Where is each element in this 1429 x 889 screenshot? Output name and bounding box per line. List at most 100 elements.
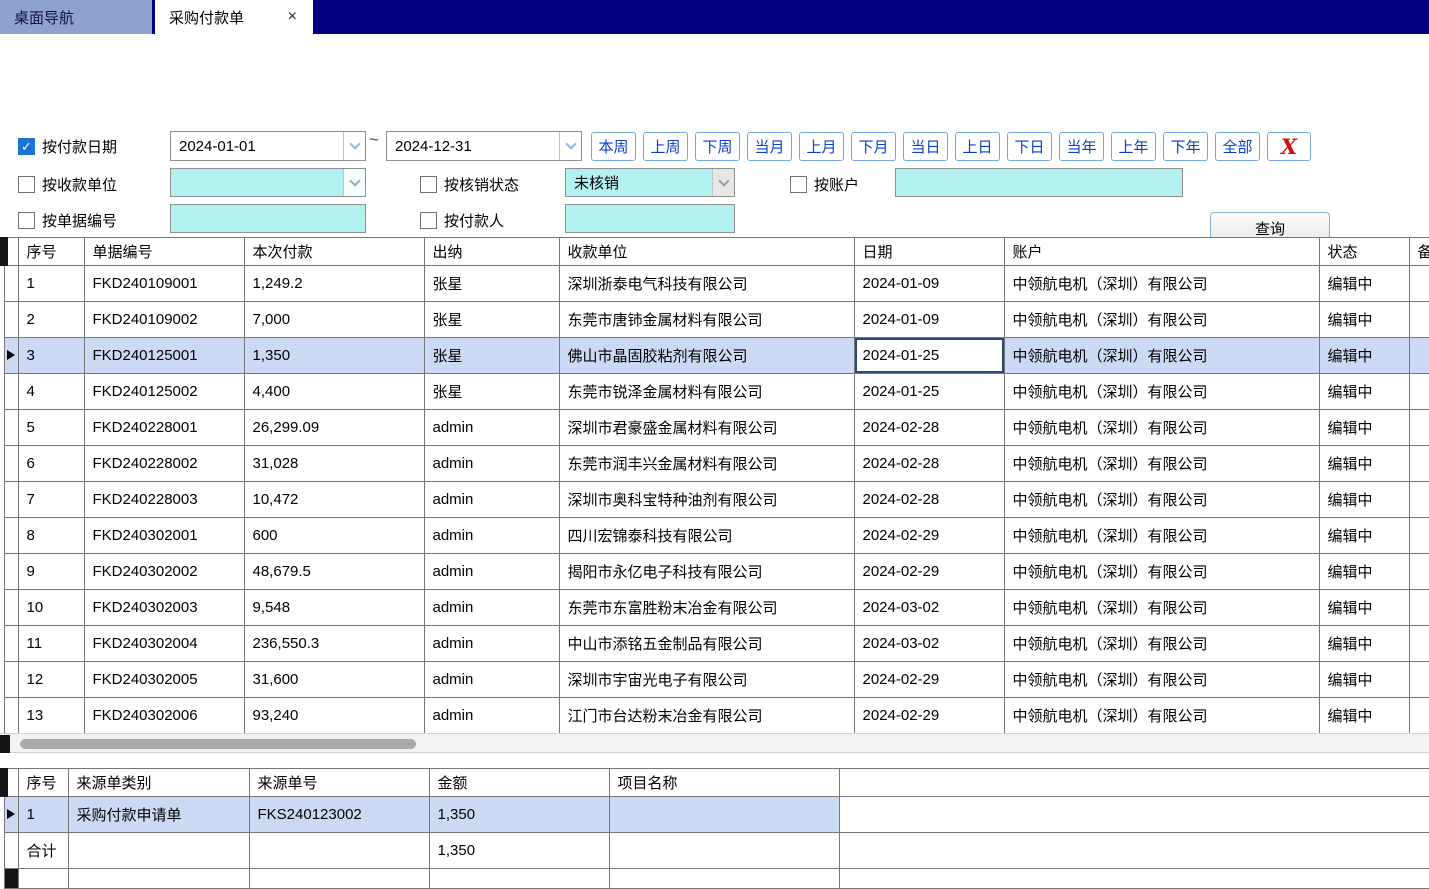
cell-doc-no[interactable]: FKD240125001	[84, 338, 244, 374]
cell-status[interactable]: 编辑中	[1319, 446, 1409, 482]
quick-date-button[interactable]: 全部	[1215, 132, 1260, 161]
cell-status[interactable]: 编辑中	[1319, 518, 1409, 554]
table-row[interactable]: 13FKD24030200693,240admin江门市台达粉末冶金有限公司20…	[4, 698, 1429, 734]
quick-date-button[interactable]: 当年	[1059, 132, 1104, 161]
quick-date-button[interactable]: 当月	[747, 132, 792, 161]
table-row[interactable]: 1FKD2401090011,249.2张星深圳浙泰电气科技有限公司2024-0…	[4, 266, 1429, 302]
cell-source-type[interactable]: 采购付款申请单	[68, 797, 249, 833]
cell-amount[interactable]: 10,472	[244, 482, 424, 518]
dropdown-arrow-button[interactable]	[343, 169, 365, 196]
cell-cashier[interactable]: admin	[424, 482, 559, 518]
cell-date[interactable]: 2024-01-09	[854, 302, 1004, 338]
cell-cashier[interactable]: admin	[424, 626, 559, 662]
cell-seq[interactable]: 10	[18, 590, 84, 626]
cell-date[interactable]: 2024-02-29	[854, 698, 1004, 734]
quick-date-button[interactable]: 下周	[695, 132, 740, 161]
cell-cashier[interactable]: admin	[424, 662, 559, 698]
table-row[interactable]: 7FKD24022800310,472admin深圳市奥科宝特种油剂有限公司20…	[4, 482, 1429, 518]
column-header-cashier[interactable]: 出纳	[424, 238, 559, 266]
cell-date[interactable]: 2024-02-28	[854, 446, 1004, 482]
cell-amount[interactable]: 236,550.3	[244, 626, 424, 662]
cell-status[interactable]: 编辑中	[1319, 590, 1409, 626]
quick-date-button[interactable]: 下日	[1007, 132, 1052, 161]
cell-cashier[interactable]: 张星	[424, 302, 559, 338]
cell-cashier[interactable]: admin	[424, 590, 559, 626]
checkbox-checked-icon[interactable]: ✓	[18, 138, 35, 155]
checkbox-unchecked-icon[interactable]	[18, 176, 35, 193]
cell-cashier[interactable]: admin	[424, 518, 559, 554]
cell-cashier[interactable]: admin	[424, 410, 559, 446]
cell-amount[interactable]: 1,350	[429, 797, 609, 833]
cell-seq[interactable]: 3	[18, 338, 84, 374]
close-tab-icon[interactable]: ×	[286, 9, 299, 25]
column-header-payee[interactable]: 收款单位	[559, 238, 854, 266]
cell-project[interactable]	[609, 797, 839, 833]
cell-date[interactable]: 2024-02-28	[854, 482, 1004, 518]
cell-payee[interactable]: 江门市台达粉末冶金有限公司	[559, 698, 854, 734]
cell-remark[interactable]	[1409, 698, 1429, 734]
cell-doc-no[interactable]: FKD240125002	[84, 374, 244, 410]
column-header-seq[interactable]: 序号	[18, 769, 68, 797]
cell-seq[interactable]: 1	[18, 797, 68, 833]
payee-combobox[interactable]	[170, 168, 366, 197]
column-header-account[interactable]: 账户	[1004, 238, 1319, 266]
checkbox-unchecked-icon[interactable]	[420, 176, 437, 193]
cell-date[interactable]: 2024-02-29	[854, 662, 1004, 698]
column-header-amount[interactable]: 金额	[429, 769, 609, 797]
cell-remark[interactable]	[1409, 374, 1429, 410]
cell-account[interactable]: 中领航电机（深圳）有限公司	[1004, 302, 1319, 338]
cell-status[interactable]: 编辑中	[1319, 302, 1409, 338]
filter-checkbox-writeoff-status[interactable]: 按核销状态	[420, 173, 519, 195]
cell-doc-no[interactable]: FKD240109002	[84, 302, 244, 338]
dropdown-arrow-button[interactable]	[712, 169, 734, 196]
cell-account[interactable]: 中领航电机（深圳）有限公司	[1004, 518, 1319, 554]
cell-amount[interactable]: 31,600	[244, 662, 424, 698]
cell-seq[interactable]: 7	[18, 482, 84, 518]
column-header-doc-no[interactable]: 单据编号	[84, 238, 244, 266]
cell-seq[interactable]: 13	[18, 698, 84, 734]
cell-account[interactable]: 中领航电机（深圳）有限公司	[1004, 626, 1319, 662]
column-header-remark[interactable]: 备	[1409, 238, 1429, 266]
column-header-source-type[interactable]: 来源单类别	[68, 769, 249, 797]
cell-payee[interactable]: 揭阳市永亿电子科技有限公司	[559, 554, 854, 590]
table-row[interactable]: 3FKD2401250011,350张星佛山市晶固胶粘剂有限公司2024-01-…	[4, 338, 1429, 374]
table-row[interactable]: 10FKD2403020039,548admin东莞市东富胜粉末冶金有限公司20…	[4, 590, 1429, 626]
cell-remark[interactable]	[1409, 590, 1429, 626]
cell-payee[interactable]: 东莞市锐泽金属材料有限公司	[559, 374, 854, 410]
cell-remark[interactable]	[1409, 518, 1429, 554]
cell-status[interactable]: 编辑中	[1319, 374, 1409, 410]
cell-cashier[interactable]: admin	[424, 554, 559, 590]
cell-status[interactable]: 编辑中	[1319, 266, 1409, 302]
column-header-status[interactable]: 状态	[1319, 238, 1409, 266]
column-header-project[interactable]: 项目名称	[609, 769, 839, 797]
column-header-source-no[interactable]: 来源单号	[249, 769, 429, 797]
table-row[interactable]: 12FKD24030200531,600admin深圳市宇宙光电子有限公司202…	[4, 662, 1429, 698]
cell-doc-no[interactable]: FKD240228003	[84, 482, 244, 518]
cell-remark[interactable]	[1409, 554, 1429, 590]
cell-remark[interactable]	[1409, 338, 1429, 374]
cell-doc-no[interactable]: FKD240302004	[84, 626, 244, 662]
cell-amount[interactable]: 1,350	[244, 338, 424, 374]
cell-doc-no[interactable]: FKD240302002	[84, 554, 244, 590]
cell-date[interactable]: 2024-03-02	[854, 626, 1004, 662]
quick-date-button[interactable]: 下月	[851, 132, 896, 161]
horizontal-scrollbar[interactable]	[0, 733, 1429, 753]
cell-amount[interactable]: 4,400	[244, 374, 424, 410]
cell-remark[interactable]	[1409, 266, 1429, 302]
cell-payee[interactable]: 深圳市奥科宝特种油剂有限公司	[559, 482, 854, 518]
quick-date-button[interactable]: 上日	[955, 132, 1000, 161]
cell-doc-no[interactable]: FKD240302001	[84, 518, 244, 554]
cell-doc-no[interactable]: FKD240109001	[84, 266, 244, 302]
cell-seq[interactable]: 2	[18, 302, 84, 338]
tab-purchase-payment-order[interactable]: 采购付款单 ×	[155, 0, 313, 34]
cell-date[interactable]: 2024-02-28	[854, 410, 1004, 446]
filter-checkbox-payee[interactable]: 按收款单位	[18, 173, 117, 195]
cell-seq[interactable]: 6	[18, 446, 84, 482]
cell-seq[interactable]: 1	[18, 266, 84, 302]
cell-status[interactable]: 编辑中	[1319, 338, 1409, 374]
cell-account[interactable]: 中领航电机（深圳）有限公司	[1004, 266, 1319, 302]
column-header-date[interactable]: 日期	[854, 238, 1004, 266]
cell-cashier[interactable]: 张星	[424, 266, 559, 302]
cell-amount[interactable]: 600	[244, 518, 424, 554]
cell-status[interactable]: 编辑中	[1319, 482, 1409, 518]
